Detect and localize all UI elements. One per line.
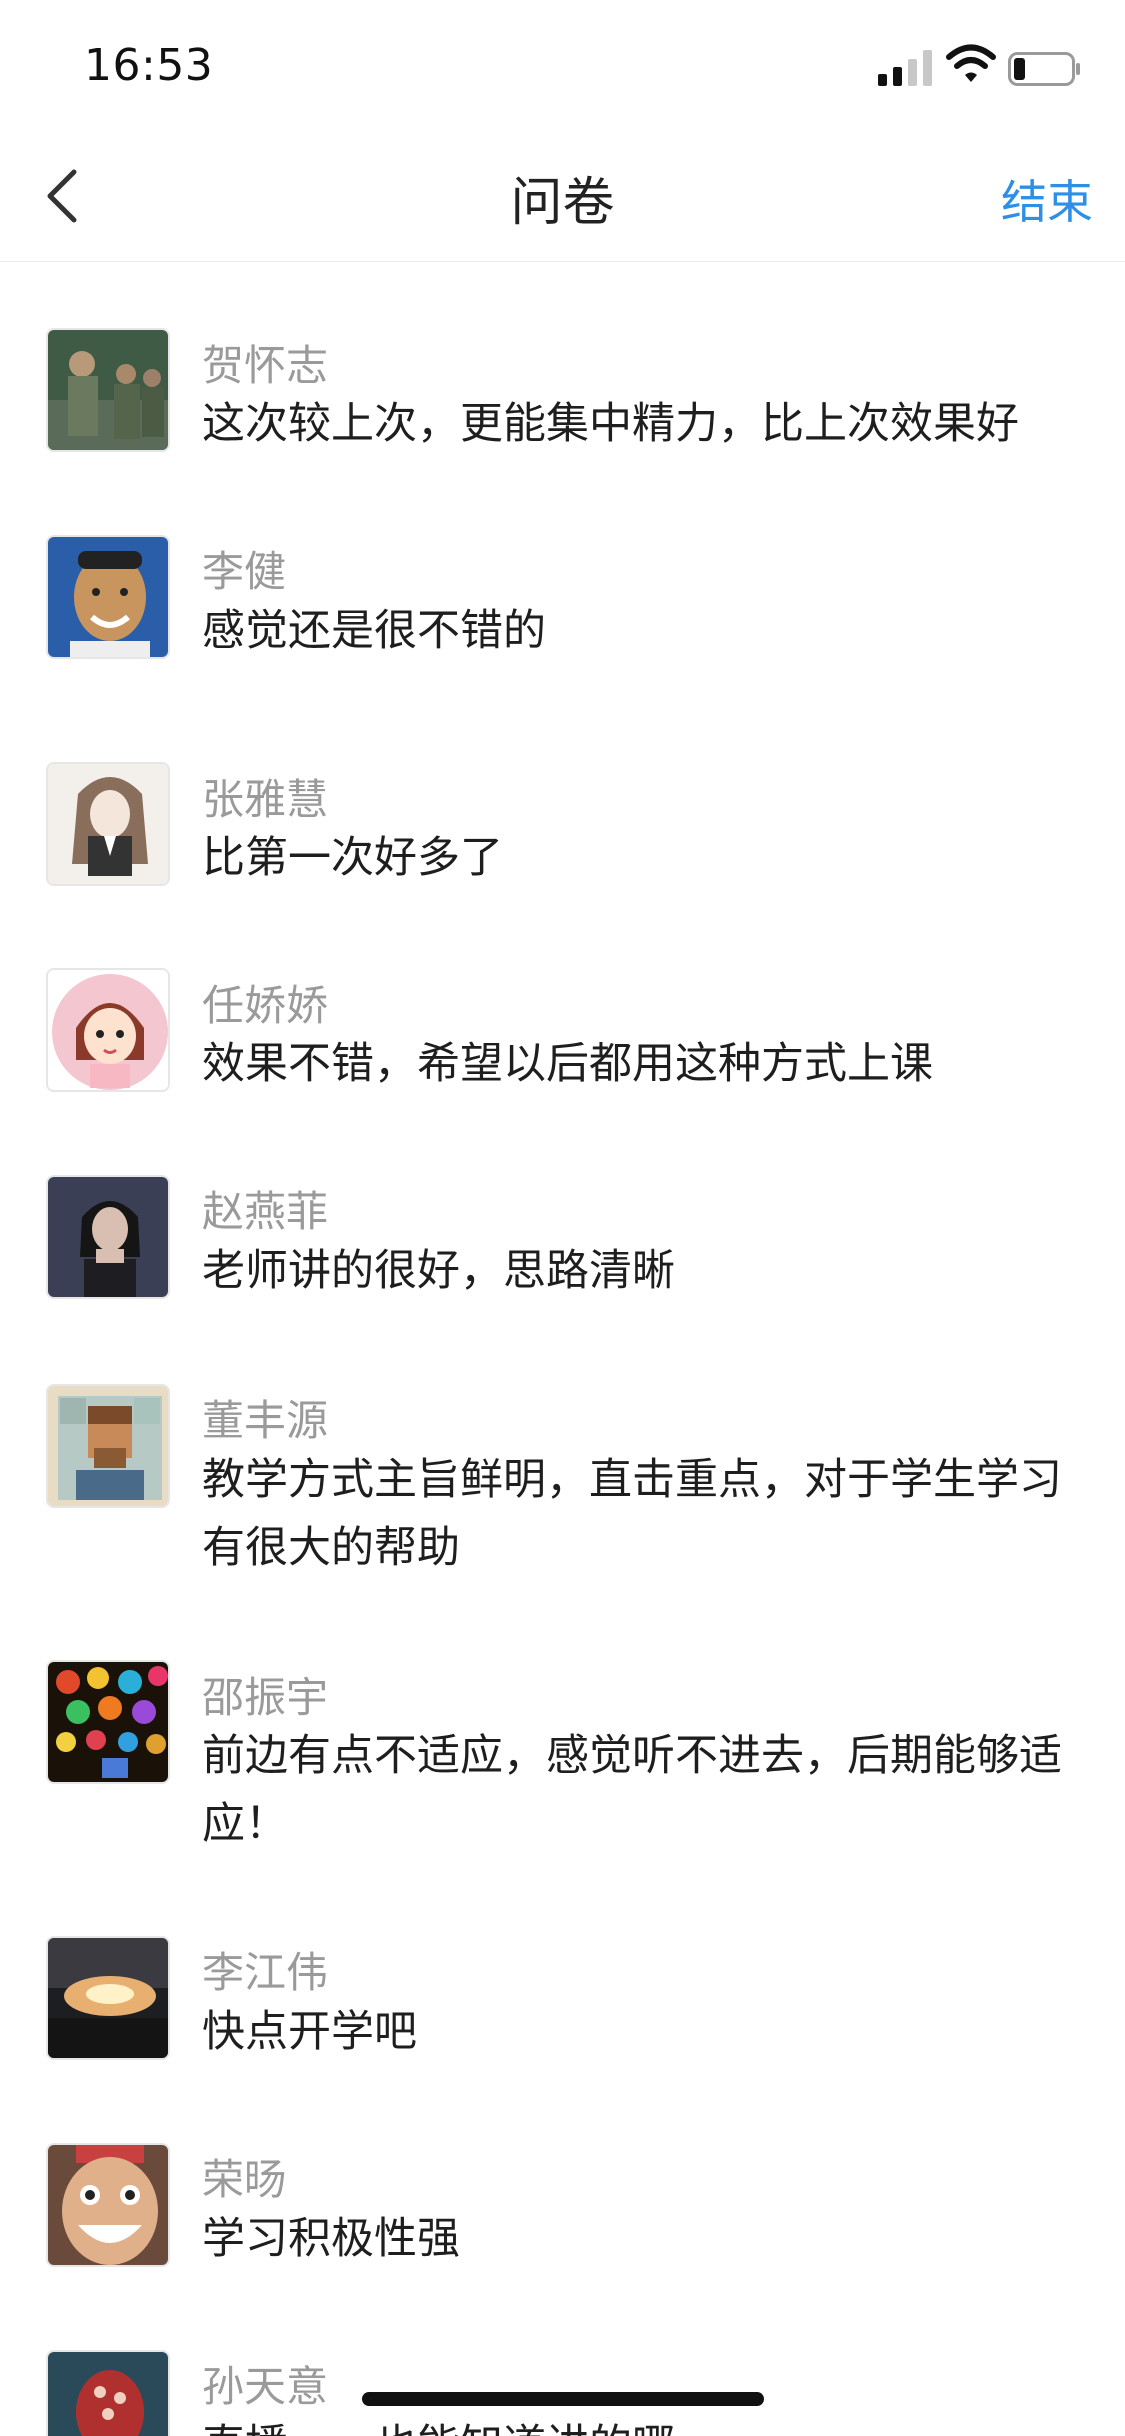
response-text: 老师讲的很好，思路清晰 — [202, 1246, 675, 1296]
avatar[interactable] — [46, 2350, 170, 2436]
respondent-name: 张雅慧 — [202, 775, 329, 824]
response-text: 快点开学吧 — [202, 2007, 417, 2057]
response-text: 效果不错，希望以后都用这种方式上课 — [202, 1039, 933, 1089]
avatar[interactable] — [46, 1384, 170, 1508]
avatar[interactable] — [46, 2143, 170, 2267]
avatar[interactable] — [46, 762, 170, 886]
response-text: 感觉还是很不错的 — [202, 606, 546, 656]
respondent-name: 李健 — [202, 547, 287, 596]
screen: 16:53 问卷 结束 贺怀志 这次较上次，更能集中精力，比上次效果好 李健 感… — [0, 0, 1125, 2436]
avatar[interactable] — [46, 535, 170, 659]
status-bar: 16:53 — [0, 0, 1125, 130]
respondent-name: 赵燕菲 — [202, 1187, 329, 1236]
respondent-name: 任娇娇 — [202, 981, 329, 1030]
respondent-name: 李江伟 — [202, 1948, 329, 1997]
response-text: 学习积极性强 — [202, 2214, 460, 2264]
response-text: 教学方式主旨鲜明，直击重点，对于学生学习有很大的帮助 — [202, 1455, 1062, 1573]
respondent-name: 孙天意 — [202, 2362, 329, 2411]
home-indicator[interactable] — [362, 2392, 764, 2406]
respondent-name: 荣旸 — [202, 2155, 287, 2204]
response-text: 前边有点不适应，感觉听不进去，后期能够适应！ — [202, 1731, 1062, 1849]
status-time: 16:53 — [84, 40, 214, 91]
battery-icon — [1008, 52, 1080, 86]
respondent-name: 邵振宇 — [202, 1673, 329, 1722]
respondent-name: 贺怀志 — [202, 341, 329, 390]
response-text: 这次较上次，更能集中精力，比上次效果好 — [202, 399, 1019, 449]
avatar[interactable] — [46, 1660, 170, 1784]
page-title: 问卷 — [510, 173, 615, 233]
cellular-signal-icon — [878, 50, 932, 86]
response-text: 直播……也能知道讲的哪 — [202, 2412, 1082, 2436]
end-button[interactable]: 结束 — [1001, 166, 1093, 232]
response-text: 比第一次好多了 — [202, 833, 503, 883]
avatar[interactable] — [46, 328, 170, 452]
avatar[interactable] — [46, 968, 170, 1092]
avatar[interactable] — [46, 1175, 170, 1299]
wifi-icon — [946, 44, 996, 82]
respondent-name: 董丰源 — [202, 1396, 329, 1445]
nav-bar: 问卷 结束 — [0, 130, 1125, 262]
avatar[interactable] — [46, 1936, 170, 2060]
